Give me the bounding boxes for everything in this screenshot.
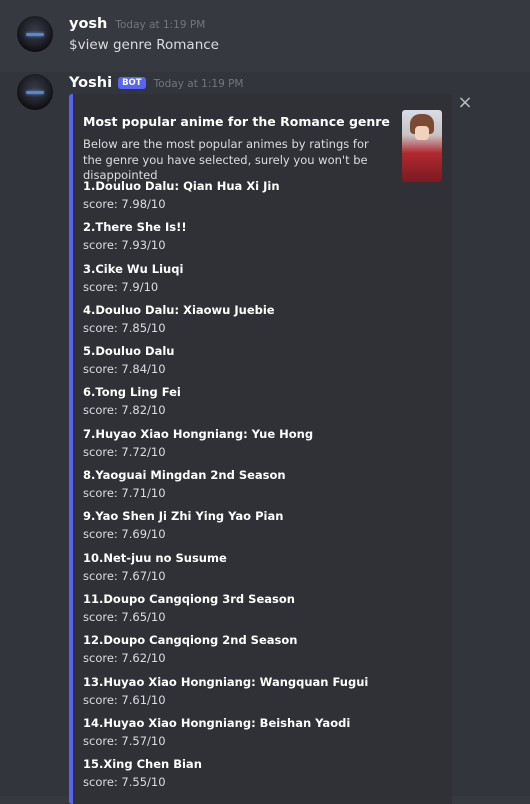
timestamp: Today at 1:19 PM bbox=[115, 19, 206, 31]
message-content: $view genre Romance bbox=[69, 37, 219, 53]
embed-title: Most popular anime for the Romance genre bbox=[83, 114, 390, 129]
anime-list: 1.Douluo Dalu: Qian Hua Xi Jin score: 7.9… bbox=[83, 178, 368, 797]
username[interactable]: yosh bbox=[69, 16, 107, 32]
anime-score: score: 7.98/10 bbox=[83, 197, 166, 211]
list-item: 3.Cike Wu Liuqi score: 7.9/10 bbox=[83, 261, 368, 302]
anime-title: 1.Douluo Dalu: Qian Hua Xi Jin bbox=[83, 179, 280, 193]
list-item: 6.Tong Ling Fei score: 7.82/10 bbox=[83, 384, 368, 425]
anime-title: 6.Tong Ling Fei bbox=[83, 385, 181, 400]
bot-badge: BOT bbox=[118, 77, 146, 89]
list-item: 14.Huyao Xiao Hongniang: Beishan Yaodi sc… bbox=[83, 715, 368, 756]
list-item: 13.Huyao Xiao Hongniang: Wangquan Fugui s… bbox=[83, 674, 368, 715]
anime-title: 12.Doupo Cangqiong 2nd Season bbox=[83, 633, 298, 648]
list-item: 10.Net-juu no Susume score: 7.67/10 bbox=[83, 550, 368, 591]
timestamp: Today at 1:19 PM bbox=[153, 78, 244, 90]
anime-title: 8.Yaoguai Mingdan 2nd Season bbox=[83, 468, 286, 483]
anime-title: 13.Huyao Xiao Hongniang: Wangquan Fugui bbox=[83, 674, 369, 689]
anime-title: 4.Douluo Dalu: Xiaowu Juebie bbox=[83, 302, 275, 317]
anime-title: 15.Xing Chen Bian bbox=[83, 757, 202, 772]
message-bot: Yoshi BOT Today at 1:19 PM Most popular … bbox=[0, 72, 530, 804]
anime-title: 11.Doupo Cangqiong 3rd Season bbox=[83, 591, 295, 606]
close-icon[interactable]: × bbox=[456, 94, 474, 113]
anime-title: 14.Huyao Xiao Hongniang: Beishan Yaodi bbox=[83, 715, 351, 730]
list-item: 1.Douluo Dalu: Qian Hua Xi Jin score: 7.9… bbox=[83, 178, 368, 219]
embed-description: Below are the most popular animes by rat… bbox=[83, 137, 369, 182]
list-item: 5.Douluo Dalu score: 7.84/10 bbox=[83, 343, 368, 384]
anime-title: 10.Net-juu no Susume bbox=[83, 550, 227, 565]
bot-avatar[interactable] bbox=[17, 74, 53, 110]
anime-score: score: 7.55/10 bbox=[83, 775, 166, 790]
anime-title: 3.Cike Wu Liuqi bbox=[83, 261, 184, 276]
message-header: Yoshi BOT Today at 1:19 PM bbox=[69, 75, 243, 91]
anime-score: score: 7.9/10 bbox=[83, 279, 159, 294]
anime-score: score: 7.67/10 bbox=[83, 568, 166, 583]
list-item: 11.Doupo Cangqiong 3rd Season score: 7.65… bbox=[83, 591, 368, 632]
list-item: 2.There She Is!! score: 7.93/10 bbox=[83, 219, 368, 260]
anime-score: score: 7.69/10 bbox=[83, 527, 166, 542]
anime-title: 5.Douluo Dalu bbox=[83, 344, 175, 359]
list-item: 7.Huyao Xiao Hongniang: Yue Hong score: 7… bbox=[83, 426, 368, 467]
message-user: yosh Today at 1:19 PM $view genre Romanc… bbox=[0, 0, 530, 72]
anime-title: 2.There She Is!! bbox=[83, 220, 187, 235]
anime-score: score: 7.57/10 bbox=[83, 733, 166, 748]
list-item: 15.Xing Chen Bian score: 7.55/10 bbox=[83, 756, 368, 797]
anime-score: score: 7.65/10 bbox=[83, 609, 166, 624]
anime-title: 9.Yao Shen Ji Zhi Ying Yao Pian bbox=[83, 509, 284, 524]
list-item: 12.Doupo Cangqiong 2nd Season score: 7.62… bbox=[83, 632, 368, 673]
anime-title: 7.Huyao Xiao Hongniang: Yue Hong bbox=[83, 426, 314, 441]
user-avatar[interactable] bbox=[17, 16, 53, 52]
message-header: yosh Today at 1:19 PM bbox=[69, 16, 205, 32]
embed-thumbnail[interactable] bbox=[402, 110, 442, 182]
list-item: 4.Douluo Dalu: Xiaowu Juebie score: 7.85/… bbox=[83, 302, 368, 343]
embed: Most popular anime for the Romance genre… bbox=[69, 94, 452, 804]
list-item: 9.Yao Shen Ji Zhi Ying Yao Pian score: 7.… bbox=[83, 508, 368, 549]
anime-score: score: 7.85/10 bbox=[83, 320, 166, 335]
list-item: 8.Yaoguai Mingdan 2nd Season score: 7.71/… bbox=[83, 467, 368, 508]
anime-score: score: 7.71/10 bbox=[83, 486, 166, 501]
bot-username[interactable]: Yoshi bbox=[69, 75, 112, 91]
anime-score: score: 7.62/10 bbox=[83, 651, 166, 666]
anime-score: score: 7.61/10 bbox=[83, 692, 166, 707]
anime-score: score: 7.82/10 bbox=[83, 403, 166, 418]
anime-score: score: 7.84/10 bbox=[83, 362, 166, 377]
anime-score: score: 7.72/10 bbox=[83, 444, 166, 459]
anime-score: score: 7.93/10 bbox=[83, 238, 166, 253]
